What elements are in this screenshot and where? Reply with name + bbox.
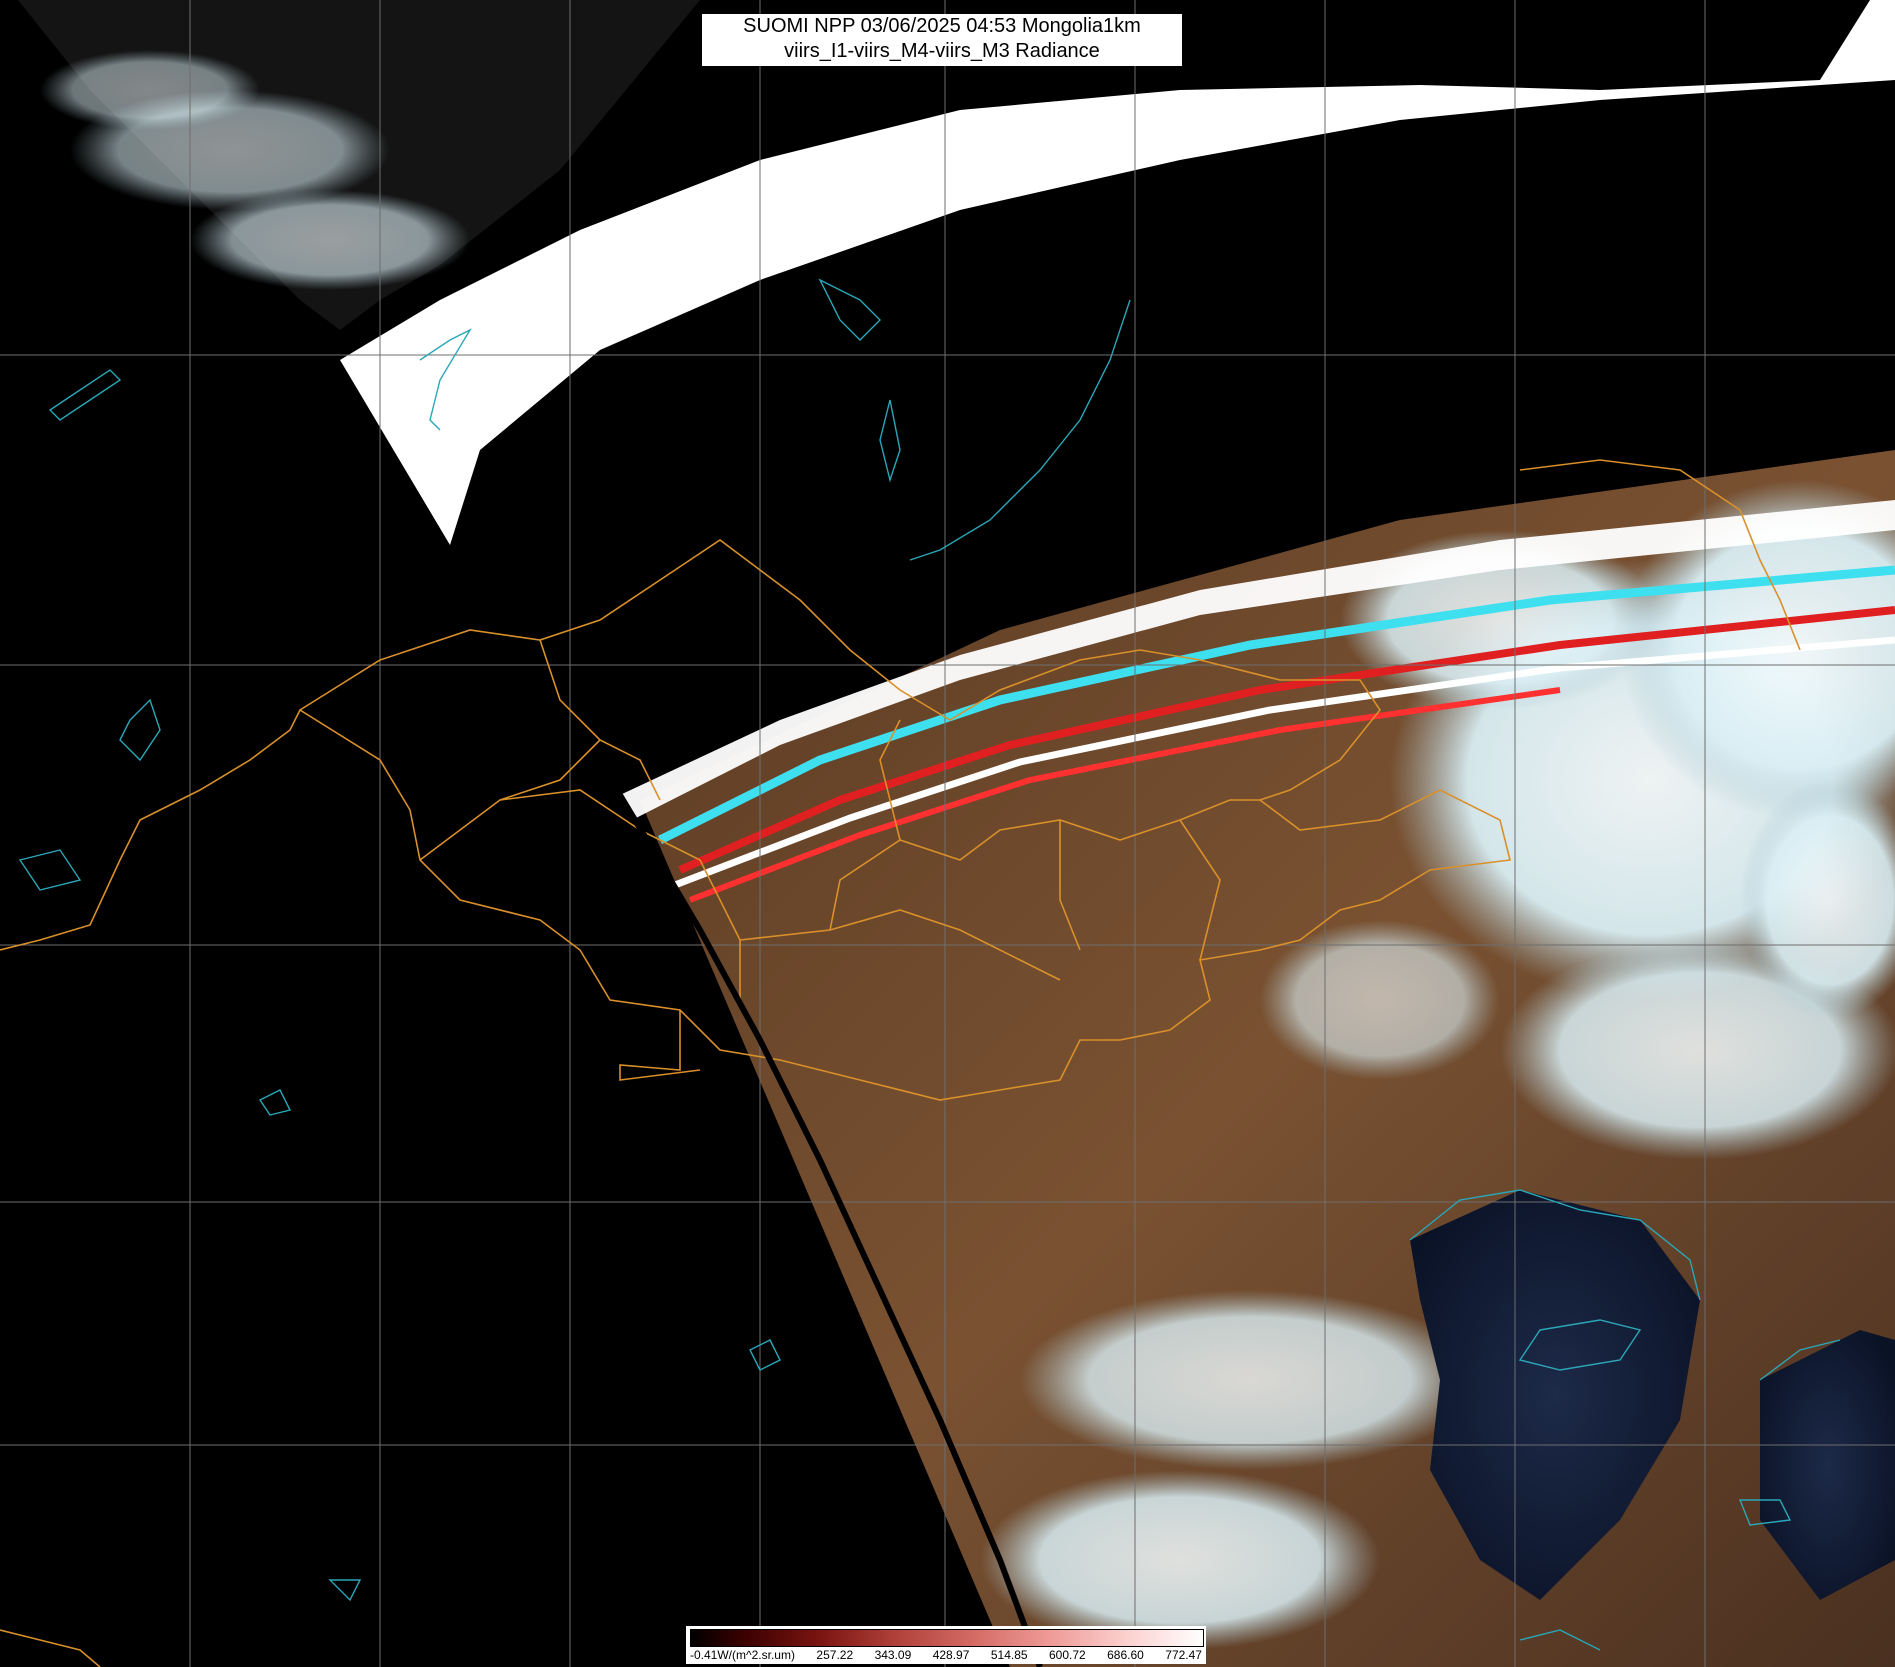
legend-ticks: -0.41W/(m^2.sr.um) 257.22 343.09 428.97 … — [690, 1647, 1202, 1663]
title-line-1: SUOMI NPP 03/06/2025 04:53 Mongolia1km — [743, 15, 1141, 37]
legend-tick: 686.60 — [1107, 1648, 1144, 1662]
satellite-image — [0, 0, 1895, 1667]
image-title: SUOMI NPP 03/06/2025 04:53 Mongolia1km v… — [702, 14, 1182, 66]
color-legend: -0.41W/(m^2.sr.um) 257.22 343.09 428.97 … — [686, 1626, 1206, 1664]
legend-tick: 428.97 — [932, 1648, 970, 1662]
legend-tick: 514.85 — [990, 1648, 1028, 1662]
legend-colorbar — [690, 1629, 1204, 1647]
legend-tick: -0.41W/(m^2.sr.um) — [690, 1648, 795, 1662]
legend-tick: 343.09 — [874, 1648, 912, 1662]
title-line-2: viirs_I1-viirs_M4-viirs_M3 Radiance — [784, 40, 1100, 62]
legend-tick: 600.72 — [1048, 1648, 1086, 1662]
legend-tick: 257.22 — [816, 1648, 854, 1662]
legend-tick: 772.47 — [1165, 1648, 1202, 1662]
